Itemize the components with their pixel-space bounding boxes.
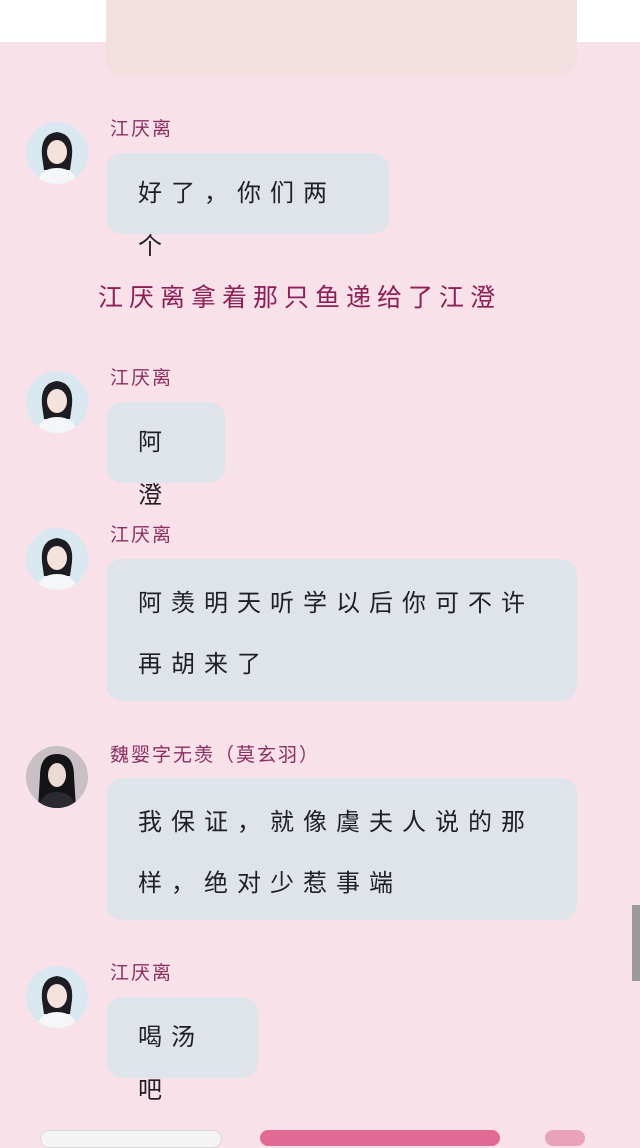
scrollbar-thumb[interactable] — [632, 905, 640, 981]
jiang-yanli-avatar[interactable] — [26, 528, 88, 590]
jiang-yanli-avatar[interactable] — [26, 122, 88, 184]
message-bubble: 阿羡明天听学以后你可不许再胡来了 — [106, 559, 577, 701]
jiang-yanli-avatar[interactable] — [26, 371, 88, 433]
message-bubble: 阿澄 — [106, 402, 225, 509]
message-sender-name: 江厌离 — [110, 962, 174, 984]
message-bubble: 我保证，就像虞夫人说的那样，绝对少惹事端 — [106, 778, 577, 920]
message-bubble: 好了，你们两个 — [106, 153, 389, 260]
jiang-yanli-avatar[interactable] — [26, 966, 88, 1028]
previous-message-bubble — [106, 0, 577, 76]
bottom-action-button[interactable] — [260, 1130, 500, 1146]
message-bubble: 喝汤吧 — [106, 997, 258, 1104]
bottom-icon-button[interactable] — [545, 1130, 585, 1146]
wei-ying-avatar[interactable] — [26, 746, 88, 808]
narration-text: 江厌离拿着那只鱼递给了江澄 — [98, 283, 502, 312]
message-sender-name: 江厌离 — [110, 524, 174, 546]
bottom-input-field[interactable] — [40, 1130, 222, 1148]
message-sender-name: 江厌离 — [110, 367, 174, 389]
message-sender-name: 魏婴字无羡（莫玄羽） — [110, 744, 321, 766]
message-sender-name: 江厌离 — [110, 118, 174, 140]
